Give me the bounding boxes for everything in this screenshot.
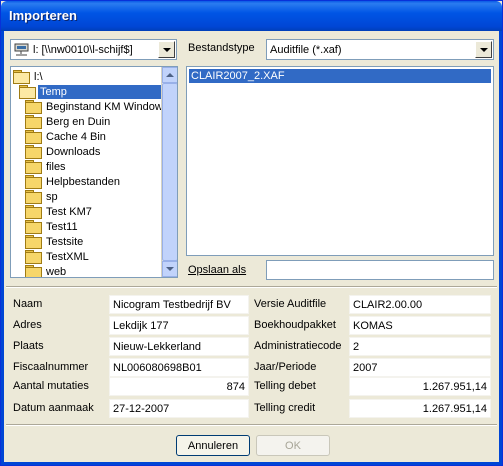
- info-value: CLAIR2.00.00: [349, 295, 491, 314]
- tree-item-label: Test KM7: [46, 205, 92, 218]
- info-value: 874: [109, 377, 249, 396]
- tree-item-label: Temp: [38, 84, 169, 99]
- folder-icon: [25, 145, 42, 159]
- tree-item-label: Test11: [46, 220, 78, 233]
- info-value: Nieuw-Lekkerland: [109, 337, 249, 356]
- tree-item[interactable]: Test KM7: [25, 204, 94, 219]
- info-label: Naam: [13, 298, 43, 310]
- tree-item[interactable]: Cache 4 Bin: [25, 129, 108, 144]
- info-label: Fiscaalnummer: [13, 361, 89, 373]
- tree-item[interactable]: web: [25, 264, 68, 278]
- folder-icon: [25, 190, 42, 204]
- cancel-button-label: Annuleren: [187, 439, 239, 452]
- info-value: 2: [349, 337, 491, 356]
- tree-item[interactable]: Berg en Duin: [25, 114, 112, 129]
- info-label: Administratiecode: [254, 340, 342, 352]
- info-value: 1.267.951,14: [349, 399, 491, 418]
- tree-item[interactable]: Downloads: [25, 144, 102, 159]
- folder-icon: [25, 250, 42, 264]
- open-folder-icon: [19, 85, 36, 99]
- folder-icon: [25, 235, 42, 249]
- tree-item[interactable]: Testsite: [25, 234, 85, 249]
- drive-select[interactable]: l: [\\nw0010\l-schijf$]: [10, 39, 177, 60]
- tree-item[interactable]: TestXML: [25, 249, 91, 264]
- cancel-button[interactable]: Annuleren: [176, 435, 250, 456]
- tree-item[interactable]: files: [25, 159, 68, 174]
- info-label: Boekhoudpakket: [254, 319, 336, 331]
- tree-item-label: TestXML: [46, 250, 89, 263]
- divider: [6, 286, 497, 288]
- info-label: Versie Auditfile: [254, 298, 327, 310]
- drive-select-value: l: [\\nw0010\l-schijf$]: [33, 44, 133, 56]
- tree-item-label: Helpbestanden: [46, 175, 121, 188]
- file-item[interactable]: CLAIR2007_2.XAF: [189, 69, 491, 83]
- network-drive-icon: [14, 43, 29, 56]
- tree-item-label: sp: [46, 190, 58, 203]
- folder-icon: [25, 220, 42, 234]
- tree-item-label: web: [46, 265, 67, 278]
- folder-tree-scrollbar[interactable]: [161, 67, 177, 277]
- tree-item-label: files: [46, 160, 66, 173]
- info-value: Lekdijk 177: [109, 316, 249, 335]
- folder-icon: [25, 175, 42, 189]
- folder-icon: [25, 100, 42, 114]
- info-value: NL006080698B01: [109, 358, 249, 377]
- info-label: Adres: [13, 319, 42, 331]
- scroll-up-button[interactable]: [162, 67, 177, 83]
- folder-icon: [25, 115, 42, 129]
- frame-left: [1, 31, 4, 465]
- info-label: Jaar/Periode: [254, 361, 317, 373]
- window-title: Importeren: [9, 8, 77, 23]
- title-bar[interactable]: Importeren: [1, 1, 502, 31]
- arrow-down-icon: [166, 267, 174, 271]
- tree-item-label: l:\: [34, 70, 43, 83]
- tree-item-selected[interactable]: Temp: [19, 84, 169, 99]
- info-value: 27-12-2007: [109, 399, 249, 418]
- scroll-thumb[interactable]: [162, 83, 177, 261]
- drive-dropdown-button[interactable]: [158, 41, 175, 58]
- info-value: 2007: [349, 358, 491, 377]
- ok-button[interactable]: OK: [256, 435, 330, 456]
- info-value: 1.267.951,14: [349, 377, 491, 396]
- saveas-input[interactable]: [266, 260, 494, 280]
- tree-item-label: Beginstand KM Windows: [46, 100, 169, 113]
- folder-icon: [25, 160, 42, 174]
- scroll-down-button[interactable]: [162, 261, 177, 277]
- info-label: Telling credit: [254, 402, 316, 414]
- tree-item-root[interactable]: l:\: [13, 69, 45, 84]
- folder-icon: [25, 265, 42, 277]
- info-value: Nicogram Testbedrijf BV: [109, 295, 249, 314]
- info-label: Plaats: [13, 340, 44, 352]
- chevron-down-icon: [162, 47, 171, 52]
- tree-item[interactable]: Beginstand KM Windows: [25, 99, 170, 114]
- saveas-label: Opslaan als: [188, 264, 247, 276]
- info-value: KOMAS: [349, 316, 491, 335]
- info-label: Datum aanmaak: [13, 402, 94, 414]
- tree-item[interactable]: Helpbestanden: [25, 174, 122, 189]
- filetype-select[interactable]: Auditfile (*.xaf): [266, 39, 494, 60]
- filetype-select-value: Auditfile (*.xaf): [270, 44, 342, 56]
- info-label: Telling debet: [254, 380, 316, 392]
- file-list[interactable]: CLAIR2007_2.XAF: [186, 66, 494, 256]
- tree-item-label: Testsite: [46, 235, 84, 248]
- tree-item[interactable]: Test11: [25, 219, 80, 234]
- filetype-dropdown-button[interactable]: [475, 41, 492, 58]
- frame-right: [499, 31, 502, 465]
- tree-item-label: Berg en Duin: [46, 115, 111, 128]
- chevron-down-icon: [479, 47, 488, 52]
- filetype-label: Bestandstype: [188, 42, 255, 54]
- frame-bottom: [1, 462, 502, 465]
- ok-button-label: OK: [285, 439, 301, 452]
- folder-tree[interactable]: l:\ Temp Beginstand KM Windows Berg en Du…: [10, 66, 178, 278]
- open-folder-icon: [13, 70, 30, 84]
- arrow-up-icon: [166, 73, 174, 77]
- tree-item-label: Downloads: [46, 145, 101, 158]
- tree-item[interactable]: sp: [25, 189, 60, 204]
- folder-icon: [25, 130, 42, 144]
- tree-item-label: Cache 4 Bin: [46, 130, 106, 143]
- divider: [6, 424, 497, 426]
- info-label: Aantal mutaties: [13, 380, 89, 392]
- folder-icon: [25, 205, 42, 219]
- import-dialog: Importeren l: [\\nw0010\l-schijf$] Besta…: [0, 0, 503, 466]
